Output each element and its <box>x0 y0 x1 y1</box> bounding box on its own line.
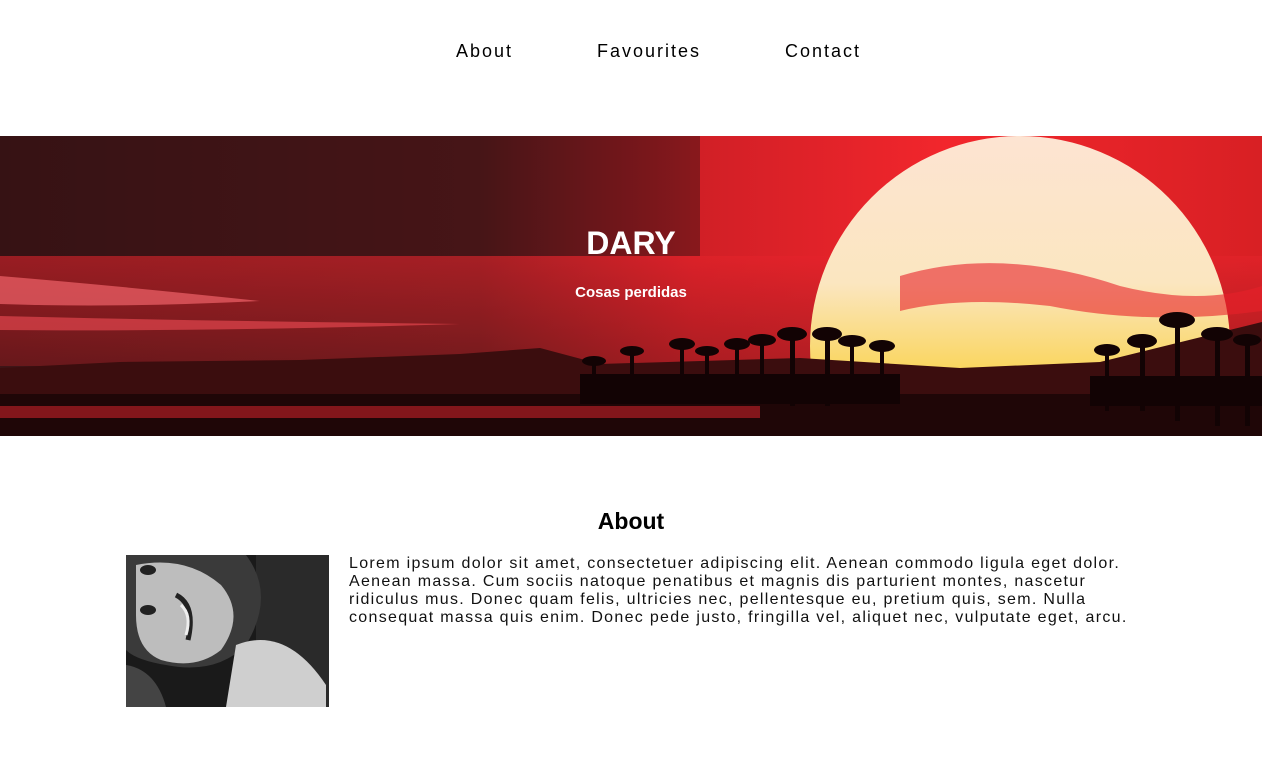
nav-link-favourites[interactable]: Favourites <box>597 40 701 62</box>
nav-link-contact[interactable]: Contact <box>785 40 861 62</box>
profile-photo <box>126 555 329 707</box>
site-title: DARY <box>586 225 676 261</box>
site-subtitle: Cosas perdidas <box>575 284 687 301</box>
top-navigation: About Favourites Contact <box>0 0 1262 100</box>
nav-link-about[interactable]: About <box>456 40 513 62</box>
about-heading: About <box>597 508 665 534</box>
about-paragraph: Lorem ipsum dolor sit amet, consectetuer… <box>349 555 1128 626</box>
